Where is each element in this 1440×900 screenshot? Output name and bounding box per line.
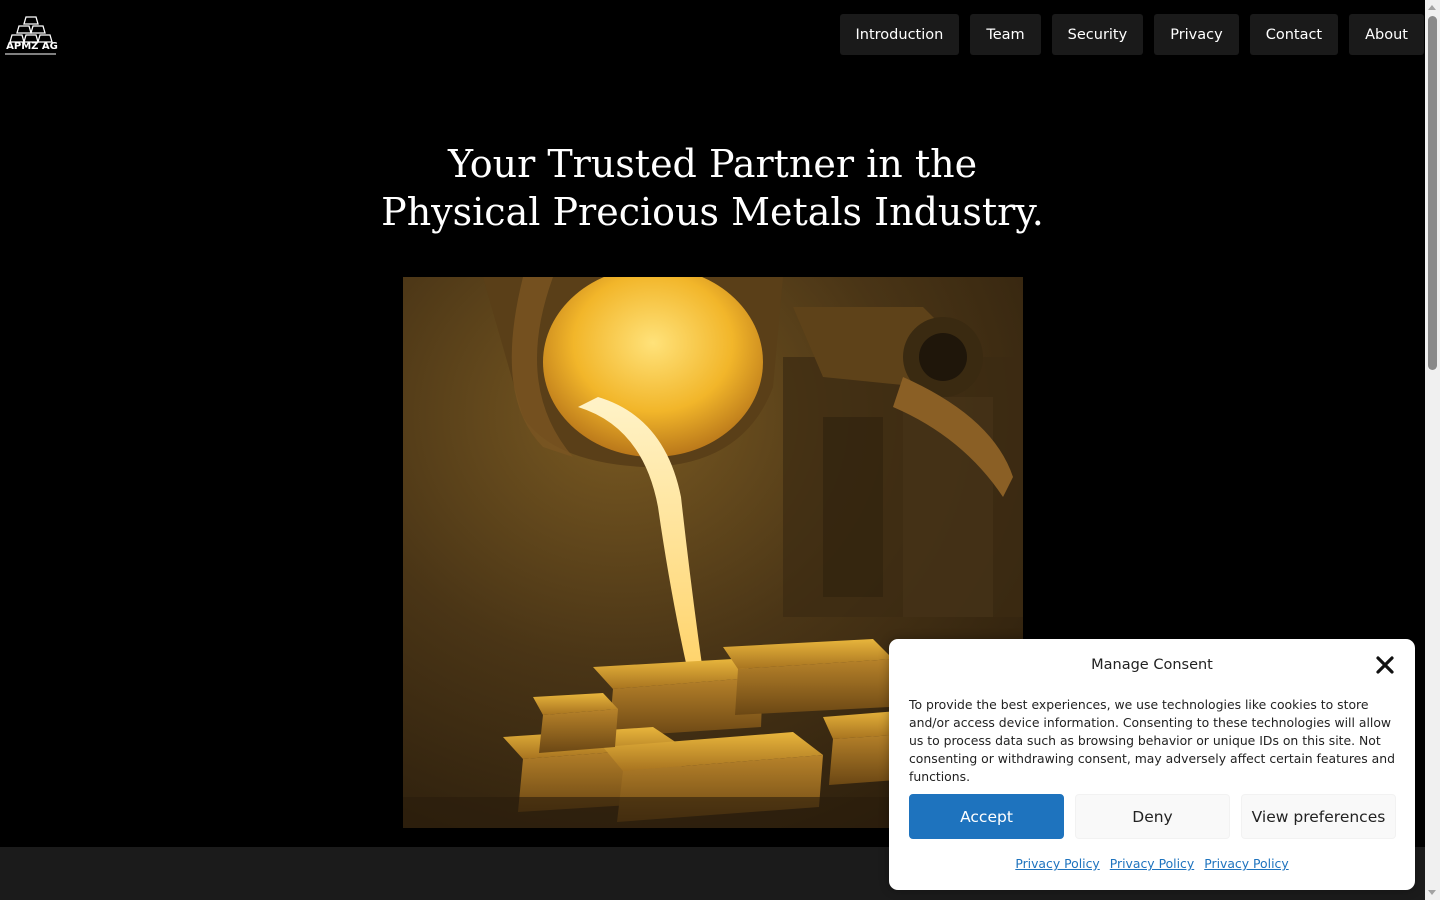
deny-button[interactable]: Deny <box>1075 794 1230 839</box>
nav-security[interactable]: Security <box>1051 14 1144 55</box>
page-scrollbar[interactable] <box>1425 0 1440 900</box>
nav-team[interactable]: Team <box>970 14 1041 55</box>
privacy-policy-link[interactable]: Privacy Policy <box>1110 856 1194 871</box>
consent-links: Privacy Policy Privacy Policy Privacy Po… <box>889 856 1415 871</box>
logo-text: APMZ AG <box>6 41 58 52</box>
consent-description: To provide the best experiences, we use … <box>909 697 1395 784</box>
hero-title-line-2: Physical Precious Metals Industry. <box>381 190 1044 234</box>
site-logo[interactable]: APMZ AG <box>4 14 58 58</box>
hero-title-line-1: Your Trusted Partner in the <box>447 142 978 186</box>
privacy-policy-link[interactable]: Privacy Policy <box>1204 856 1288 871</box>
accept-button[interactable]: Accept <box>909 794 1064 839</box>
nav-contact[interactable]: Contact <box>1249 14 1339 55</box>
nav-privacy[interactable]: Privacy <box>1154 14 1239 55</box>
consent-dialog: Manage Consent To provide the best exper… <box>889 639 1415 890</box>
hero-title: Your Trusted Partner in the Physical Pre… <box>0 140 1425 236</box>
nav-about[interactable]: About <box>1349 14 1424 55</box>
privacy-policy-link[interactable]: Privacy Policy <box>1015 856 1099 871</box>
consent-title: Manage Consent <box>1091 657 1213 673</box>
nav-introduction[interactable]: Introduction <box>839 14 960 55</box>
consent-buttons: Accept Deny View preferences <box>909 794 1396 839</box>
scrollbar-thumb[interactable] <box>1428 16 1437 370</box>
main-navigation: Introduction Team Security Privacy Conta… <box>839 14 1424 55</box>
view-preferences-button[interactable]: View preferences <box>1241 794 1396 839</box>
scroll-down-arrow-icon[interactable] <box>1428 890 1436 895</box>
close-icon[interactable] <box>1375 655 1395 675</box>
scroll-up-arrow-icon[interactable] <box>1428 5 1436 10</box>
